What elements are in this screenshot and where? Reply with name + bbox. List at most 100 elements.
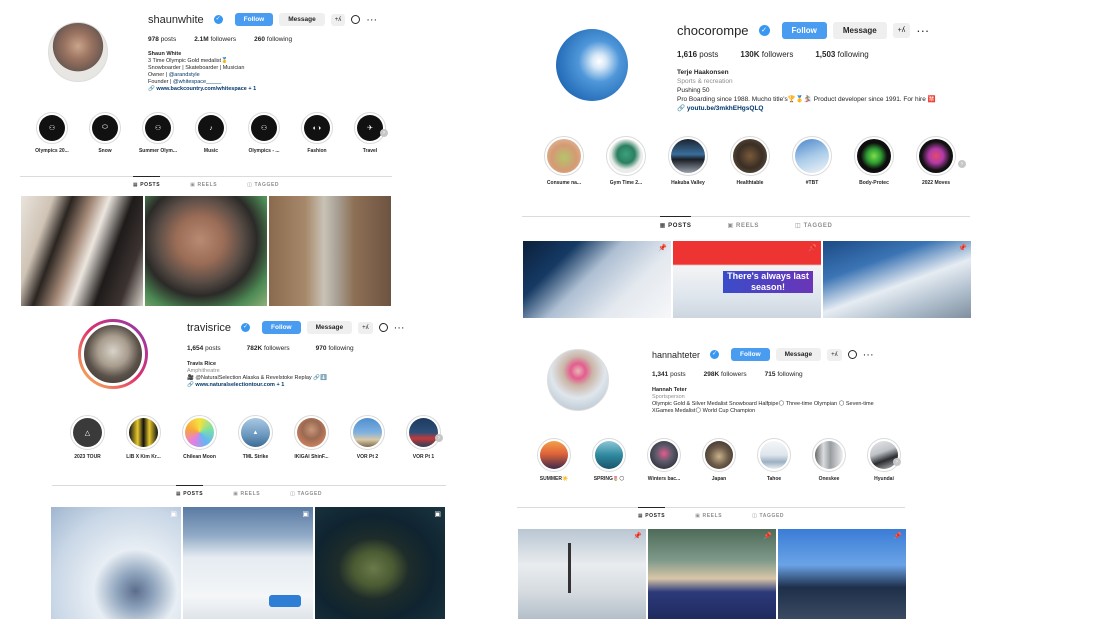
highlight[interactable]: Oneskee: [812, 438, 846, 482]
threads-icon[interactable]: [847, 350, 857, 359]
following-count[interactable]: 1,503 following: [815, 50, 868, 59]
tag-icon: ◫: [247, 182, 253, 188]
suggest-people-button[interactable]: +⁠⁠ʎ: [827, 348, 842, 361]
highlight[interactable]: Healthtable: [730, 136, 770, 186]
post-tile[interactable]: [269, 196, 391, 306]
highlight[interactable]: VOR Pt 2: [350, 415, 385, 460]
bio: Terje Haakonsen Sports & recreation Push…: [677, 69, 936, 112]
highlight[interactable]: ◐◑ Fashion: [301, 112, 333, 154]
highlight[interactable]: LIB X Kim Kr...: [126, 415, 161, 460]
highlight[interactable]: Tahoe: [757, 438, 791, 482]
follow-button[interactable]: Follow: [262, 321, 301, 334]
more-options-icon[interactable]: ···: [916, 24, 929, 37]
grid-icon: ▦: [175, 491, 182, 497]
message-button[interactable]: Message: [279, 13, 325, 26]
reels-icon: ▣: [695, 513, 701, 519]
more-options-icon[interactable]: ···: [863, 349, 874, 360]
profile-hannahteter: hannahteter ✓ Follow Message +⁠⁠ʎ ··· 1,…: [495, 325, 935, 619]
more-options-icon[interactable]: ···: [366, 14, 377, 25]
highlight[interactable]: Consume na...: [544, 136, 584, 186]
follow-button[interactable]: Follow: [731, 348, 770, 361]
message-button[interactable]: Message: [306, 321, 353, 334]
threads-icon[interactable]: [378, 323, 388, 332]
post-tile[interactable]: 📌: [518, 529, 646, 619]
highlight[interactable]: △ 2023 TOUR: [70, 415, 105, 460]
post-tile[interactable]: ▣: [315, 507, 445, 619]
post-tile[interactable]: 📌: [648, 529, 776, 619]
highlight[interactable]: Chilean Moon: [182, 415, 217, 460]
tab-reels[interactable]: ▣ REELS: [233, 486, 260, 497]
highlight[interactable]: 2022 Moves: [916, 136, 956, 186]
highlight[interactable]: ♪ Music: [195, 112, 227, 154]
following-count[interactable]: 260 following: [254, 36, 292, 43]
grid-icon: ▦: [132, 182, 139, 188]
tag-icon: ◫: [752, 513, 758, 519]
follow-button[interactable]: Follow: [234, 13, 274, 26]
highlight[interactable]: ⚇ Olympics 20...: [35, 112, 69, 154]
highlight[interactable]: ▲ TML Strike: [238, 415, 273, 460]
message-button[interactable]: Message: [832, 22, 887, 39]
tab-reels[interactable]: ▣ REELS: [727, 217, 759, 229]
tab-posts[interactable]: ▦ POSTS: [175, 485, 204, 497]
tab-posts[interactable]: ▦ POSTS: [637, 507, 666, 519]
highlight[interactable]: Japan: [702, 438, 736, 482]
post-tile[interactable]: 📌: [823, 241, 971, 318]
following-count[interactable]: 970 following: [316, 345, 354, 352]
suggest-people-button[interactable]: +⁠⁠ʎ: [892, 23, 911, 38]
tab-tagged[interactable]: ◫ TAGGED: [290, 486, 322, 497]
highlights-next-icon[interactable]: ›: [435, 434, 443, 442]
mention-link[interactable]: @whitespace_____: [173, 79, 221, 85]
add-person-icon: +⁠⁠ʎ: [831, 351, 838, 358]
more-options-icon[interactable]: ···: [394, 322, 405, 333]
tab-tagged[interactable]: ◫ TAGGED: [247, 177, 279, 188]
tab-posts[interactable]: ▦ POSTS: [132, 176, 161, 188]
follow-button[interactable]: Follow: [781, 22, 827, 39]
highlight[interactable]: Winters bac...: [647, 438, 681, 482]
highlight[interactable]: Body-Protec: [854, 136, 894, 186]
highlight[interactable]: Gym Time 2...: [606, 136, 646, 186]
highlight[interactable]: IKIGAI ShinF...: [294, 415, 329, 460]
highlights-next-icon[interactable]: ›: [380, 129, 388, 137]
highlight[interactable]: Hakuba Valley: [668, 136, 708, 186]
followers-count[interactable]: 130K followers: [740, 50, 793, 59]
grid-icon: ▦: [637, 513, 644, 519]
highlight[interactable]: SUMMER☀️: [537, 438, 571, 482]
avatar[interactable]: [78, 319, 148, 389]
avatar[interactable]: [547, 349, 609, 411]
post-tile[interactable]: [145, 196, 267, 306]
followers-count[interactable]: 782K followers: [247, 345, 290, 352]
highlight[interactable]: #TBT: [792, 136, 832, 186]
avatar[interactable]: [48, 22, 108, 82]
tab-reels[interactable]: ▣ REELS: [190, 177, 217, 188]
post-detail: [568, 543, 571, 593]
avatar[interactable]: [556, 29, 628, 101]
highlight[interactable]: SPRING🌷🌕: [592, 438, 626, 482]
tab-posts[interactable]: ▦ POSTS: [659, 216, 692, 229]
highlight[interactable]: ⚇ Olympics - ...: [248, 112, 280, 154]
website-link[interactable]: www.naturalselectiontour.com: [195, 382, 275, 388]
website-link[interactable]: www.backcountry.com/whitespace: [156, 86, 246, 92]
followers-count[interactable]: 2.1M followers: [194, 36, 236, 43]
posts-count: 1,341 posts: [652, 371, 686, 378]
highlight[interactable]: ⚇ Summer Olym...: [139, 112, 177, 154]
tab-reels[interactable]: ▣ REELS: [695, 508, 722, 519]
post-tile[interactable]: [21, 196, 143, 306]
highlights-next-icon[interactable]: ›: [958, 160, 966, 168]
post-tile[interactable]: There's always last season! 📌: [673, 241, 821, 318]
post-tile[interactable]: 📌: [778, 529, 906, 619]
threads-icon[interactable]: [351, 15, 361, 24]
highlight[interactable]: ⬭ Snow: [89, 112, 121, 154]
highlights-next-icon[interactable]: ›: [893, 458, 901, 466]
tab-tagged[interactable]: ◫ TAGGED: [752, 508, 784, 519]
mention-link[interactable]: @arandstyle: [169, 72, 200, 78]
followers-count[interactable]: 298K followers: [704, 371, 747, 378]
post-tile[interactable]: 📌: [523, 241, 671, 318]
suggest-people-button[interactable]: +⁠⁠ʎ: [358, 321, 373, 334]
post-tile[interactable]: ▣: [183, 507, 313, 619]
post-tile[interactable]: ▣: [51, 507, 181, 619]
suggest-people-button[interactable]: +⁠⁠ʎ: [330, 13, 346, 26]
website-link[interactable]: youtu.be/3mkhEHgsQLQ: [687, 105, 764, 112]
tab-tagged[interactable]: ◫ TAGGED: [795, 217, 832, 229]
message-button[interactable]: Message: [775, 348, 822, 361]
following-count[interactable]: 715 following: [765, 371, 803, 378]
